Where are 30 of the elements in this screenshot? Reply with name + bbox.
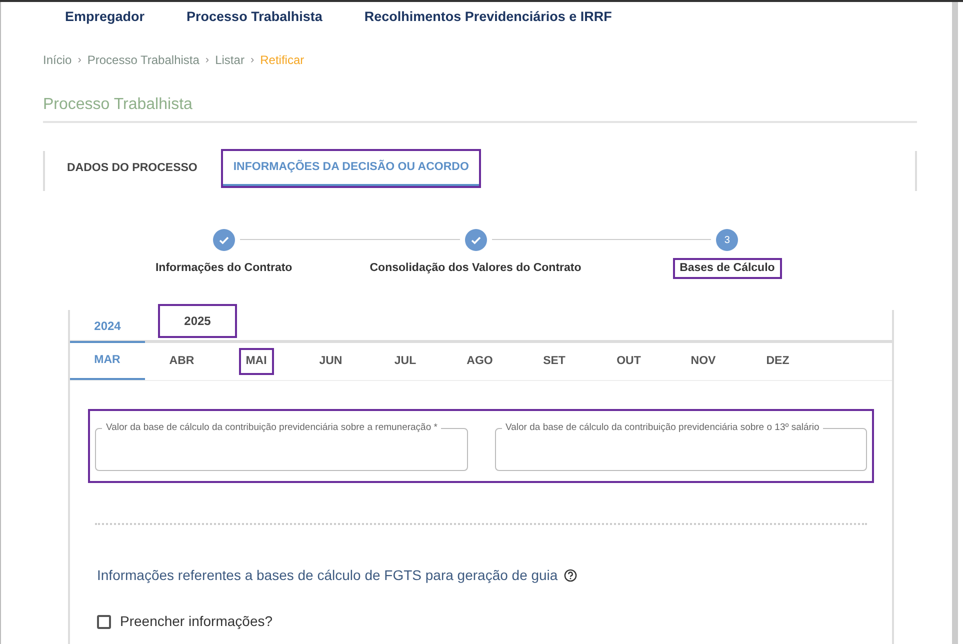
page-title: Processo Trabalhista — [43, 95, 194, 115]
input-field[interactable]: Valor da base de cálculo da contribuição previdenciária sobre o 13º salário — [494, 421, 867, 472]
month-tab[interactable]: OUT — [612, 350, 646, 374]
nav-link[interactable]: Processo Trabalhista — [186, 7, 322, 26]
tab[interactable]: DADOS DO PROCESSO — [57, 151, 208, 186]
month-tab[interactable]: ABR — [164, 350, 200, 374]
field-label: Valor da base de cálculo da contribuição previdenciária sobre a remuneração * — [105, 421, 438, 436]
month-tab[interactable]: MAI — [240, 350, 272, 374]
checkbox-label: Preencher informações? — [120, 612, 273, 632]
month-tab[interactable]: DEZ — [761, 350, 794, 374]
month-tab[interactable]: JUL — [389, 350, 422, 374]
step-label: Informações do Contrato — [154, 261, 294, 276]
step-label: Bases de Cálculo — [674, 260, 780, 278]
breadcrumb-separator: › — [78, 52, 82, 68]
month-tab[interactable]: SET — [538, 350, 570, 374]
step-number: 3 — [716, 229, 738, 251]
month-tab[interactable]: NOV — [686, 350, 721, 374]
help-icon[interactable] — [564, 569, 577, 582]
breadcrumb-separator: › — [205, 52, 210, 68]
nav-link[interactable]: Empregador — [65, 7, 145, 26]
month-tab[interactable]: AGO — [462, 350, 498, 374]
input-field[interactable]: Valor da base de cálculo da contribuição previdenciária sobre a remuneração * — [95, 421, 468, 472]
step-label: Consolidação dos Valores do Contrato — [368, 261, 582, 276]
breadcrumb-separator: › — [250, 52, 254, 68]
year-tab[interactable]: 2025 — [160, 306, 235, 336]
section-heading: Informações referentes a bases de cálculo de FGTS para geração de guia — [97, 566, 558, 586]
nav-link[interactable]: Recolhimentos Previdenciários e IRRF — [364, 7, 612, 26]
field-label: Valor da base de cálculo da contribuição previdenciária sobre o 13º salário — [504, 421, 820, 436]
checkbox[interactable] — [97, 614, 111, 629]
month-tab[interactable]: JUN — [314, 350, 348, 374]
